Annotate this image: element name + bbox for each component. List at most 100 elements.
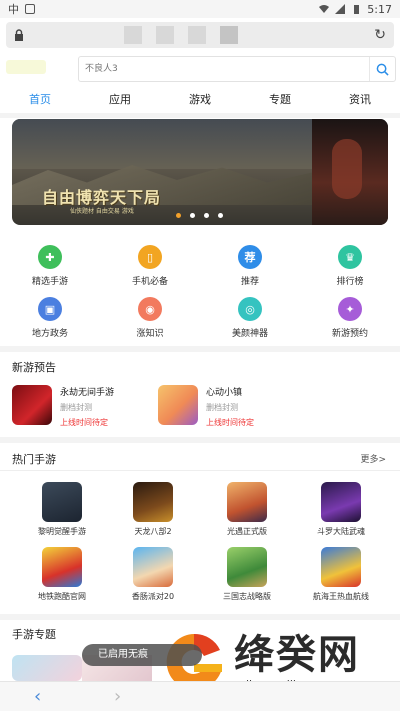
category-knowledge[interactable]: ◉ 涨知识: [100, 297, 200, 339]
category-grid: ✚ 精选手游 ▯ 手机必备 荐 推荐 ♛ 排行榜 ▣ 地方政务 ◉ 涨知识 ◎ …: [0, 242, 400, 342]
category-label: 排行榜: [336, 277, 364, 287]
game-name: 三国志战略版: [223, 592, 271, 601]
topic-thumbnail[interactable]: [12, 655, 82, 681]
category-beauty[interactable]: ◎ 美颜神器: [200, 297, 300, 339]
divider: [0, 614, 400, 620]
category-phone-essentials[interactable]: ▯ 手机必备: [100, 245, 200, 287]
tab-apps[interactable]: 应用: [80, 88, 160, 110]
lock-icon: [15, 29, 23, 41]
battery-icon: [354, 5, 360, 14]
hot-game-item[interactable]: 三国志战略版: [197, 547, 297, 602]
carousel-dot[interactable]: [176, 213, 181, 218]
tab-games[interactable]: 游戏: [160, 88, 240, 110]
wifi-icon: [319, 5, 330, 13]
carousel-dot[interactable]: [190, 213, 195, 218]
hot-game-item[interactable]: 天龙八部2: [103, 482, 203, 537]
section-title-hot-games: 热门手游: [12, 453, 56, 466]
carousel-dot[interactable]: [218, 213, 223, 218]
game-thumbnail: [321, 547, 361, 587]
category-label: 推荐: [240, 277, 259, 287]
game-name: 香肠派对20: [131, 592, 175, 601]
search-box: [78, 56, 396, 82]
new-game-item[interactable]: 心动小镇 删档封测 上线时间待定: [158, 385, 254, 428]
game-thumbnail: [42, 547, 82, 587]
redacted-block: [188, 26, 206, 44]
tab-home[interactable]: 首页: [0, 88, 80, 110]
bulb-icon: ◉: [138, 297, 162, 321]
divider: [0, 437, 400, 443]
hot-game-item[interactable]: 光遇正式版: [197, 482, 297, 537]
category-featured-games[interactable]: ✚ 精选手游: [0, 245, 100, 287]
hot-game-item[interactable]: 斗罗大陆武魂: [291, 482, 391, 537]
game-name: 斗罗大陆武魂: [317, 527, 365, 536]
target-icon: ✦: [338, 297, 362, 321]
search-button[interactable]: [369, 57, 395, 81]
divider: [0, 470, 400, 471]
search-icon: [376, 63, 389, 76]
game-thumbnail: [227, 482, 267, 522]
category-label: 美颜神器: [231, 329, 268, 339]
game-status: 删档封测: [60, 403, 92, 412]
banner-title: 自由博弈天下局: [42, 188, 162, 207]
clock: 5:17: [367, 2, 392, 16]
game-name: 黎明觉醒手游: [38, 527, 86, 536]
divider: [0, 113, 400, 118]
category-government[interactable]: ▣ 地方政务: [0, 297, 100, 339]
site-header: [0, 54, 400, 84]
game-name: 光遇正式版: [227, 527, 267, 536]
crown-icon: ♛: [338, 245, 362, 269]
recommend-icon: 荐: [238, 245, 262, 269]
forward-icon[interactable]: ›: [114, 686, 121, 707]
more-link[interactable]: 更多>: [360, 452, 386, 465]
tab-news[interactable]: 资讯: [320, 88, 400, 110]
toast-message: 已启用无痕: [82, 644, 202, 666]
carousel-indicators: [176, 213, 223, 218]
redacted-block: [124, 26, 142, 44]
carrier-icon: 中: [8, 3, 19, 16]
search-input[interactable]: [85, 57, 365, 81]
carousel-dot[interactable]: [204, 213, 209, 218]
game-thumbnail: [158, 385, 198, 425]
camera-icon: ◎: [238, 297, 262, 321]
banner-subtitle: 仙侠题材 自由交易 游戏: [70, 208, 134, 215]
hot-game-item[interactable]: 黎明觉醒手游: [12, 482, 112, 537]
category-recommend[interactable]: 荐 推荐: [200, 245, 300, 287]
category-ranking[interactable]: ♛ 排行榜: [300, 245, 400, 287]
status-bar: 中 5:17: [0, 0, 400, 18]
section-title-new-games: 新游预告: [12, 361, 56, 374]
reload-icon[interactable]: ↻: [374, 27, 386, 43]
game-name: 航海王热血航线: [313, 592, 369, 601]
phone-icon: ▯: [138, 245, 162, 269]
back-icon[interactable]: ‹: [34, 686, 41, 707]
section-title-topics: 手游专题: [12, 628, 56, 641]
banner-carousel[interactable]: 自由博弈天下局 仙侠题材 自由交易 游戏: [12, 119, 388, 225]
category-label: 新游预约: [331, 329, 368, 339]
category-label: 地方政务: [31, 329, 68, 339]
hot-game-item[interactable]: 地铁跑酷官网: [12, 547, 112, 602]
hot-game-item[interactable]: 航海王热血航线: [291, 547, 391, 602]
game-thumbnail: [133, 547, 173, 587]
gamepad-icon: ✚: [38, 245, 62, 269]
watermark-brand: 绛癸网: [234, 632, 360, 678]
game-thumbnail: [227, 547, 267, 587]
hot-game-item[interactable]: 香肠派对20: [103, 547, 203, 602]
redacted-block: [156, 26, 174, 44]
game-name: 永劫无间手游: [60, 388, 115, 398]
banner-sky: [12, 119, 312, 169]
game-name: 地铁跑酷官网: [38, 592, 86, 601]
browser-url-bar[interactable]: ↻: [6, 22, 394, 48]
new-game-item[interactable]: 永劫无间手游 删档封测 上线时间待定: [12, 385, 114, 428]
game-name: 心动小镇: [206, 388, 243, 398]
site-logo[interactable]: [6, 60, 46, 74]
tab-topics[interactable]: 专题: [240, 88, 320, 110]
category-label: 手机必备: [131, 277, 168, 287]
game-thumbnail: [133, 482, 173, 522]
game-thumbnail: [42, 482, 82, 522]
category-reserve[interactable]: ✦ 新游预约: [300, 297, 400, 339]
game-thumbnail: [12, 385, 52, 425]
main-nav: 首页 应用 游戏 专题 资讯: [0, 88, 400, 110]
briefcase-icon: ▣: [38, 297, 62, 321]
game-release-date: 上线时间待定: [206, 418, 254, 427]
game-name: 天龙八部2: [134, 527, 172, 536]
game-status: 删档封测: [206, 403, 238, 412]
